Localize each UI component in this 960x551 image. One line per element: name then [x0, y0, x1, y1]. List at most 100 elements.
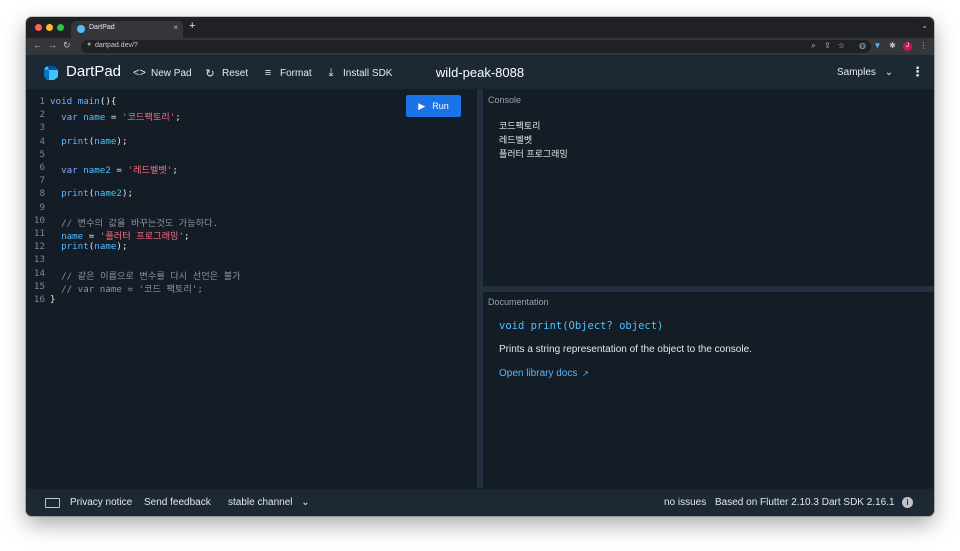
console-line: 코드팩토리	[499, 121, 541, 131]
browser-tab[interactable]: DartPad ×	[71, 21, 183, 38]
line-number: 6	[39, 162, 45, 173]
code-token: '코드팩토리'	[121, 112, 176, 124]
run-label: Run	[432, 101, 449, 111]
pad-name: wild-peak-8088	[435, 65, 525, 80]
documentation-panel: Documentation void print(Object? object)…	[483, 292, 934, 488]
code-token: (){	[99, 96, 117, 107]
browser-toolbar: ← → ↻ ● dartpad.dev/? ⌕ ⇪ ☆ ◍ ▼ ✱ J ⋮	[26, 38, 934, 55]
code-token: var	[50, 112, 84, 124]
code-token: name	[83, 112, 106, 124]
code-line: // 변수의 값을 바꾸는것도 가능하다.	[50, 215, 218, 229]
line-number: 7	[39, 175, 45, 187]
code-line: var name2 = '레드벨벳';	[50, 162, 178, 176]
code-token: );	[121, 188, 134, 200]
info-icon[interactable]: i	[902, 497, 913, 508]
chevron-down-icon: ⌄	[884, 67, 894, 78]
code-token: main	[77, 96, 100, 107]
window-close-button[interactable]	[35, 24, 42, 31]
back-icon[interactable]: ←	[33, 40, 42, 50]
new-tab-button[interactable]: +	[189, 20, 195, 32]
samples-label: Samples	[837, 67, 876, 78]
code-token: // var name = '코드 팩토리';	[50, 283, 203, 295]
line-number-gutter: 1 2 3 4 5 6 7 8 9 10 11 12 13 14 15 16	[26, 90, 48, 488]
doc-signature: void print(Object? object)	[499, 320, 664, 332]
line-number: 16	[33, 294, 45, 305]
zoom-icon[interactable]: ⌕	[809, 41, 818, 50]
channel-dropdown[interactable]: stable channel ⌄	[228, 497, 310, 508]
browser-window: DartPad × + ⌄ ← → ↻ ● dartpad.dev/? ⌕ ⇪ …	[26, 17, 934, 516]
code-line: // 같은 이름으로 변수를 다시 선언은 불가	[50, 268, 241, 282]
line-number: 15	[33, 280, 45, 292]
code-token: print	[50, 241, 89, 253]
run-button[interactable]: ▶ Run	[406, 95, 461, 117]
line-number: 3	[39, 122, 45, 134]
play-icon: ▶	[418, 100, 426, 111]
line-number: 14	[33, 267, 45, 279]
lock-icon: ●	[87, 41, 92, 48]
tab-close-icon[interactable]: ×	[173, 23, 178, 32]
code-token: ;	[172, 165, 178, 176]
line-number: 10	[33, 214, 45, 226]
console-label: Console	[488, 95, 522, 105]
code-line: print(name);	[50, 135, 128, 147]
line-number: 5	[39, 148, 45, 160]
code-line: void main(){	[50, 96, 116, 107]
code-line: print(name);	[50, 241, 127, 253]
code-line: // var name = '코드 팩토리';	[50, 281, 203, 295]
code-token: var	[50, 165, 84, 176]
extensions-puzzle-icon[interactable]: ✱	[888, 41, 897, 50]
bookmark-star-icon[interactable]: ☆	[837, 41, 846, 50]
status-bar: Privacy notice Send feedback stable chan…	[26, 488, 934, 516]
reload-icon[interactable]: ↻	[63, 40, 71, 51]
code-token: '레드벨벳'	[127, 165, 173, 176]
tab-search-icon[interactable]: ⌄	[921, 21, 928, 30]
doc-description: Prints a string representation of the ob…	[499, 344, 752, 355]
address-bar[interactable]: ● dartpad.dev/?	[81, 40, 871, 53]
keyboard-icon[interactable]	[45, 498, 60, 508]
open-library-docs-link[interactable]: Open library docs ↗	[499, 368, 589, 379]
code-line: print(name2);	[50, 188, 133, 199]
send-feedback-link[interactable]: Send feedback	[144, 497, 211, 508]
more-menu-icon[interactable]: ⋮	[911, 64, 924, 80]
app-header: DartPad <> New Pad ↻ Reset ≡ Format ⤓ In…	[26, 55, 934, 90]
window-maximize-button[interactable]	[57, 24, 64, 31]
channel-label: stable channel	[228, 497, 293, 508]
code-editor[interactable]: 1 2 3 4 5 6 7 8 9 10 11 12 13 14 15 16 void main(){ var…	[26, 90, 477, 488]
code-token: name	[94, 135, 117, 147]
code-line: name = '플러터 프로그래밍';	[50, 228, 190, 242]
code-token: name	[94, 241, 117, 253]
code-token: ;	[175, 112, 181, 124]
samples-dropdown[interactable]: Samples ⌄	[837, 67, 893, 78]
code-token: ;	[184, 231, 190, 242]
external-link-icon: ↗	[582, 369, 589, 378]
doc-link-label: Open library docs	[499, 368, 578, 379]
code-line: var name = '코드팩토리';	[50, 109, 181, 123]
code-token: );	[116, 135, 128, 147]
share-icon[interactable]: ⇪	[823, 41, 832, 50]
line-number: 13	[33, 254, 45, 266]
privacy-notice-link[interactable]: Privacy notice	[70, 497, 132, 508]
line-number: 1	[39, 96, 45, 107]
url-text: dartpad.dev/?	[95, 42, 138, 49]
code-token: =	[110, 165, 128, 176]
browser-menu-icon[interactable]: ⋮	[919, 41, 928, 50]
profile-avatar[interactable]: J	[903, 42, 912, 51]
console-panel: Console 코드팩토리 레드벨벳 플러터 프로그래밍	[483, 90, 934, 286]
tab-title: DartPad	[89, 24, 115, 31]
code-line: }	[50, 294, 56, 305]
code-token: void	[50, 96, 78, 107]
dart-favicon-icon	[77, 25, 85, 33]
forward-icon[interactable]: →	[48, 40, 57, 50]
version-info: Based on Flutter 2.10.3 Dart SDK 2.16.1	[715, 497, 895, 508]
line-number: 4	[39, 135, 45, 147]
documentation-label: Documentation	[488, 297, 549, 307]
window-minimize-button[interactable]	[46, 24, 53, 31]
extension-vue-icon[interactable]: ▼	[873, 41, 882, 50]
chevron-down-icon: ⌄	[301, 497, 310, 508]
console-line: 레드벨벳	[499, 135, 533, 145]
line-number: 12	[33, 241, 45, 253]
console-line: 플러터 프로그래밍	[499, 149, 568, 159]
line-number: 2	[39, 109, 45, 121]
code-token: print	[50, 135, 89, 147]
extension-globe-icon[interactable]: ◍	[858, 41, 867, 50]
